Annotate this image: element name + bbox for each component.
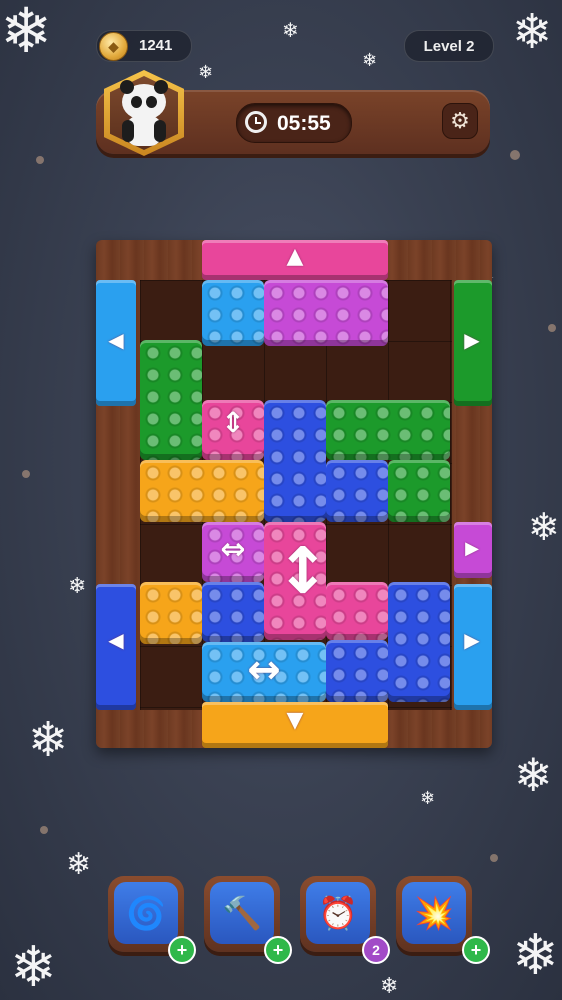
arrow-horizontal-icon: ⇔ [220,532,246,567]
clock-icon [245,111,267,133]
booster-add-button[interactable]: + [264,936,292,964]
block-pink-l-shape-part[interactable] [326,582,388,640]
cannon-booster[interactable]: 💥 [396,876,472,952]
snowflake-decoration: ❄ [10,935,57,1000]
panda-arm [122,120,134,142]
panda-eye [131,96,142,108]
block-blue-l-shape-part[interactable] [326,460,388,522]
booster-count-badge: 2 [362,936,390,964]
alarm-clock-icon: ⏰ [306,882,370,944]
coin-amount: 1241 [139,37,173,54]
bokeh-dot [22,470,30,478]
snowflake-decoration: ❄ [198,62,214,83]
bokeh-dot [510,150,520,160]
block-purple-2x3[interactable] [264,280,388,346]
bokeh-dot [548,324,556,332]
panda-eye [146,96,157,108]
panda-arm [154,120,166,142]
arrow-vertical-icon: ↕ [276,535,330,609]
timer-display: 05:55 [236,103,352,143]
level-indicator: Level 2 [404,30,494,62]
snowflake-decoration: ❄ [512,4,553,60]
drill-icon: 🌀 [114,882,178,944]
bokeh-dot [40,826,48,834]
arrow-right-icon: ▶ [465,538,479,559]
arrow-horizontal-icon: ↔ [247,647,281,693]
game-screen: ❄ ❄ ❄ ❄ ❄ ❄ ❄ ❄ ❄ ❄ ❄ ❄ ❄ ❄ ✦ ✦ ◆ 1241 L… [0,0,562,1000]
coin-icon: ◆ [99,32,128,61]
snowflake-decoration: ❄ [0,0,52,67]
bokeh-dot [490,854,498,862]
block-green-vertical[interactable] [140,340,202,460]
snowflake-decoration: ❄ [66,847,92,882]
block-blue-l-shape[interactable] [264,400,326,522]
panda-head [120,80,168,120]
snowflake-decoration: ❄ [528,505,560,549]
block-green-l-shape-part[interactable] [388,460,450,522]
block-light-blue-2x1[interactable] [202,280,264,346]
snowflake-decoration: ❄ [28,712,69,768]
gear-icon: ⚙ [450,108,470,134]
block-yellow-horizontal[interactable] [140,460,264,522]
block-blue-bottom-l-shape-part[interactable] [326,640,388,702]
coin-counter: ◆ 1241 [96,30,192,62]
panda-avatar[interactable] [104,70,184,156]
bokeh-dot [36,156,44,164]
snowflake-decoration: ❄ [420,788,436,809]
snowflake-decoration: ❄ [282,18,299,42]
snowflake-decoration: ❄ [514,748,553,802]
timer-text: 05:55 [277,112,331,135]
cannon-icon: 💥 [402,882,466,944]
arrow-down-icon: ▼ [286,708,304,733]
arrow-vertical-icon: ⇕ [221,406,245,439]
hammer-icon: 🔨 [210,882,274,944]
snowflake-decoration: ❄ [68,574,87,599]
booster-add-button[interactable]: + [168,936,196,964]
arrow-left-icon: ◀ [108,628,124,652]
panda-ear [120,80,134,94]
snowflake-decoration: ❄ [512,923,559,988]
snowflake-decoration: ❄ [362,50,378,71]
snowflake-decoration: ❄ [380,974,399,999]
panda-ear [154,80,168,94]
arrow-right-icon: ▶ [464,328,480,352]
arrow-up-icon: ▲ [286,244,304,269]
booster-add-button[interactable]: + [462,936,490,964]
settings-button[interactable]: ⚙ [442,103,478,139]
block-green-l-shape[interactable] [326,400,450,460]
arrow-right-icon: ▶ [464,628,480,652]
block-blue-bottom-l-shape[interactable] [388,582,450,702]
block-yellow-1x1[interactable] [140,582,202,644]
arrow-left-icon: ◀ [108,328,124,352]
block-blue-1x1[interactable] [202,582,264,642]
